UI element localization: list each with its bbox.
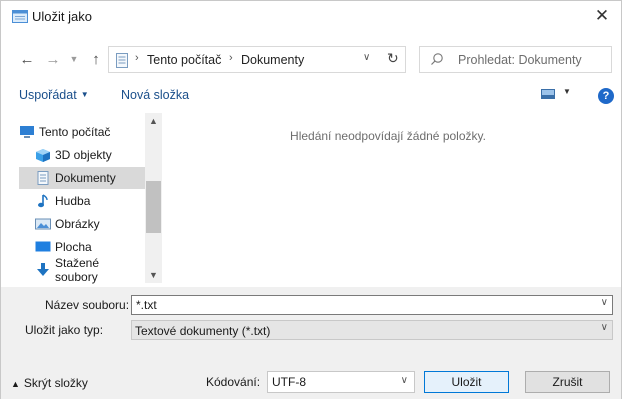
address-bar[interactable]: › Tento počítač › Dokumenty ∨ ↻ bbox=[108, 46, 406, 73]
chevron-up-icon: ▲ bbox=[11, 379, 20, 389]
cancel-button[interactable]: Zrušit bbox=[525, 371, 610, 393]
computer-icon bbox=[20, 126, 34, 138]
back-button[interactable]: ← bbox=[17, 49, 37, 69]
help-button[interactable]: ? bbox=[598, 88, 614, 104]
pictures-icon bbox=[35, 218, 51, 230]
encoding-dropdown-icon: ∨ bbox=[400, 375, 408, 386]
notepad-app-icon bbox=[12, 10, 28, 23]
desktop-icon bbox=[35, 241, 51, 252]
nav-item-desktop[interactable]: Plocha bbox=[19, 236, 145, 258]
breadcrumb-this-pc[interactable]: Tento počítač bbox=[147, 53, 221, 67]
file-list-area[interactable]: Hledání neodpovídají žádné položky. bbox=[163, 113, 613, 283]
hide-folders-button[interactable]: ▲ Skrýt složky bbox=[11, 376, 88, 390]
filename-label: Název souboru: bbox=[45, 298, 130, 312]
nav-item-label: Plocha bbox=[55, 240, 92, 254]
scroll-down-icon[interactable]: ▼ bbox=[145, 267, 162, 283]
scroll-up-icon[interactable]: ▲ bbox=[145, 113, 162, 129]
organize-label: Uspořádat bbox=[19, 88, 77, 102]
breadcrumb-separator-icon[interactable]: › bbox=[229, 52, 233, 64]
save-button[interactable]: Uložit bbox=[424, 371, 509, 393]
forward-button[interactable]: → bbox=[45, 49, 61, 69]
nav-item-downloads[interactable]: Stažené soubory bbox=[19, 256, 145, 284]
file-type-dropdown-icon: ∨ bbox=[600, 322, 608, 333]
arrow-up-icon: ↑ bbox=[92, 50, 100, 68]
nav-item-label: Stažené soubory bbox=[55, 256, 100, 284]
nav-item-3d-objects[interactable]: 3D objekty bbox=[19, 144, 145, 166]
filename-value: *.txt bbox=[136, 298, 157, 312]
file-type-value: Textové dokumenty (*.txt) bbox=[135, 324, 271, 338]
downloads-icon bbox=[37, 263, 49, 276]
save-as-dialog: Uložit jako ✕ ← → ▼ ↑ › Tento počítač › … bbox=[0, 0, 622, 399]
new-folder-button[interactable]: Nová složka bbox=[121, 88, 189, 102]
breadcrumb-documents[interactable]: Dokumenty bbox=[241, 53, 304, 67]
navigation-bar: ← → ▼ ↑ › Tento počítač › Dokumenty ∨ ↻ … bbox=[1, 41, 621, 79]
file-type-label: Uložit jako typ: bbox=[25, 323, 104, 337]
navigation-pane[interactable]: Tento počítač 3D objekty Dokumenty Hudba… bbox=[19, 113, 162, 284]
organize-button[interactable]: Uspořádat ▼ bbox=[19, 88, 89, 102]
hide-folders-label: Skrýt složky bbox=[23, 376, 88, 390]
help-icon: ? bbox=[602, 90, 610, 102]
scrollbar-thumb[interactable] bbox=[146, 181, 161, 233]
filename-dropdown-icon[interactable]: ∨ bbox=[601, 297, 608, 308]
close-button[interactable]: ✕ bbox=[591, 5, 613, 27]
nav-item-music[interactable]: Hudba bbox=[19, 190, 145, 212]
nav-item-label: Dokumenty bbox=[55, 171, 116, 185]
nav-item-label: Obrázky bbox=[55, 217, 100, 231]
search-icon bbox=[431, 53, 443, 65]
file-type-select[interactable]: Textové dokumenty (*.txt) ∨ bbox=[131, 320, 613, 340]
music-icon bbox=[38, 194, 48, 208]
encoding-value: UTF-8 bbox=[272, 375, 306, 389]
nav-item-label: Hudba bbox=[55, 194, 91, 208]
filename-field[interactable]: *.txt ∨ bbox=[131, 295, 613, 315]
command-toolbar: Uspořádat ▼ Nová složka ▼ ? bbox=[1, 85, 621, 109]
search-placeholder: Prohledat: Dokumenty bbox=[458, 53, 582, 67]
encoding-label: Kódování: bbox=[206, 375, 261, 389]
refresh-icon[interactable]: ↻ bbox=[387, 50, 399, 67]
close-icon: ✕ bbox=[594, 6, 610, 25]
address-dropdown-icon[interactable]: ∨ bbox=[363, 52, 370, 63]
nav-item-this-pc[interactable]: Tento počítač bbox=[19, 121, 145, 143]
caret-down-icon: ▼ bbox=[80, 90, 89, 99]
nav-item-documents[interactable]: Dokumenty bbox=[19, 167, 145, 189]
view-options-icon[interactable] bbox=[541, 89, 555, 99]
encoding-select[interactable]: UTF-8 ∨ bbox=[267, 371, 415, 393]
arrow-left-icon: ← bbox=[19, 50, 35, 68]
breadcrumb-separator-icon: › bbox=[135, 52, 139, 64]
cube-3d-icon bbox=[36, 149, 50, 162]
recent-locations-button[interactable]: ▼ bbox=[67, 49, 81, 69]
title-bar: Uložit jako ✕ bbox=[1, 1, 621, 31]
documents-icon bbox=[37, 171, 49, 185]
empty-results-message: Hledání neodpovídají žádné položky. bbox=[290, 129, 486, 143]
nav-item-label: Tento počítač bbox=[39, 125, 111, 139]
nav-item-pictures[interactable]: Obrázky bbox=[19, 213, 145, 235]
nav-item-label: 3D objekty bbox=[55, 148, 112, 162]
save-form-panel: Název souboru: *.txt ∨ Uložit jako typ: … bbox=[1, 287, 621, 399]
documents-folder-icon bbox=[116, 53, 128, 68]
navigation-pane-scrollbar[interactable]: ▲ ▼ bbox=[145, 113, 162, 283]
search-input[interactable]: Prohledat: Dokumenty bbox=[419, 46, 612, 73]
view-options-caret-icon[interactable]: ▼ bbox=[563, 87, 571, 96]
window-title: Uložit jako bbox=[32, 9, 92, 24]
up-button[interactable]: ↑ bbox=[88, 49, 104, 69]
arrow-right-icon: → bbox=[45, 50, 61, 68]
chevron-down-icon: ▼ bbox=[69, 54, 79, 64]
